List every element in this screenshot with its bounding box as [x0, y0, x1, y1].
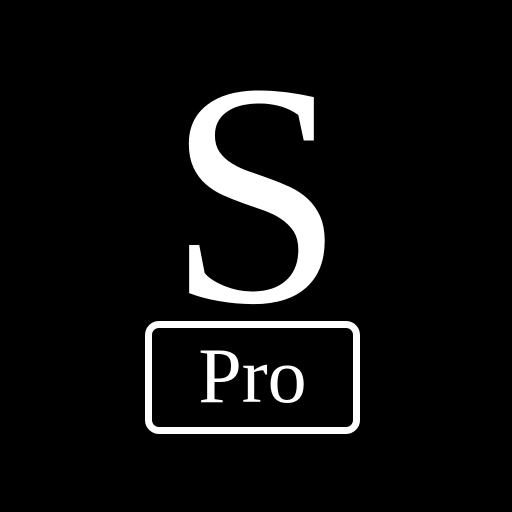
- pro-badge-label: Pro: [198, 331, 307, 419]
- pro-badge: Pro: [145, 321, 360, 434]
- logo-letter: S: [167, 18, 345, 370]
- app-icon: S Pro: [0, 0, 512, 512]
